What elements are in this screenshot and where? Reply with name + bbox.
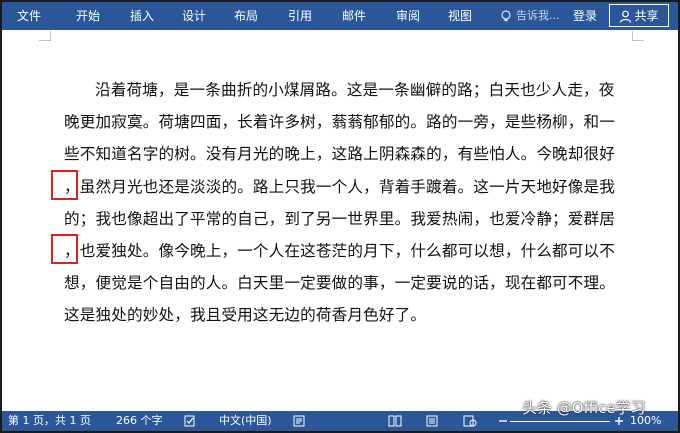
read-mode-icon[interactable] — [388, 415, 402, 427]
language-indicator[interactable]: 中文(中国) — [219, 411, 272, 431]
comma-highlight-box — [51, 170, 78, 200]
margin-corner-mark — [632, 31, 644, 41]
tell-me-text: 告诉我... — [516, 9, 560, 22]
lightbulb-icon — [501, 10, 511, 22]
person-icon — [620, 10, 632, 23]
text-line: 晚更加寂寞。荷塘四面，长着许多树，蓊蓊郁郁的。路的一旁，是些杨柳，和一 — [64, 113, 616, 132]
proofing-icon[interactable] — [184, 415, 196, 427]
tab-insert[interactable]: 插入 — [122, 2, 162, 30]
watermark-text: 头条 @Office学习 — [522, 399, 646, 417]
web-layout-icon[interactable] — [463, 415, 477, 427]
page-count[interactable]: 第 1 页，共 1 页 — [8, 411, 91, 431]
zoom-slider[interactable] — [510, 420, 610, 423]
text-line: 沿着荷塘，是一条曲折的小煤屑路。这是一条幽僻的路；白天也少人走，夜 — [95, 81, 615, 99]
text-line: 这是独处的妙处，我且受用这无边的荷香月色好了。 — [64, 306, 427, 325]
login-link[interactable]: 登录 — [573, 2, 597, 30]
tab-layout[interactable]: 布局 — [226, 2, 266, 30]
print-layout-icon[interactable] — [426, 415, 438, 427]
text-line: 的；我也像超出了平常的自己，到了另一世界里。我爱热闹，也爱冷静；爱群居 — [64, 209, 616, 228]
tab-references[interactable]: 引用 — [280, 2, 320, 30]
tab-design[interactable]: 设计 — [174, 2, 214, 30]
text-line: ，也爱独处。像今晚上，一个人在这苍茫的月下，什么都可以想，什么都可以不 — [64, 241, 616, 260]
tab-home[interactable]: 开始 — [68, 2, 108, 30]
word-count[interactable]: 266 个字 — [116, 411, 163, 431]
tab-view[interactable]: 视图 — [440, 2, 480, 30]
text-line: ，虽然月光也还是淡淡的。路上只我一个人，背着手踱着。这一片天地好像是我 — [64, 177, 616, 196]
document-page[interactable]: 沿着荷塘，是一条曲折的小煤屑路。这是一条幽僻的路；白天也少人走，夜 晚更加寂寞。… — [2, 30, 678, 411]
word-window: 文件 开始 插入 设计 布局 引用 邮件 审阅 视图 告诉我... 登录 共享 — [0, 0, 680, 433]
share-label: 共享 — [634, 9, 659, 23]
text-line: 些不知道名字的树。没有月光的晚上，这路上阴森森的，有些怕人。今晚却很好 — [64, 145, 616, 164]
share-button[interactable]: 共享 — [609, 4, 669, 27]
zoom-out-icon[interactable] — [498, 416, 508, 426]
margin-corner-mark — [39, 31, 51, 41]
ribbon-tab-bar: 文件 开始 插入 设计 布局 引用 邮件 审阅 视图 告诉我... 登录 共享 — [2, 2, 678, 30]
file-tab[interactable]: 文件 — [2, 2, 56, 30]
text-line: 想，便觉是个自由的人。白天里一定要做的事，一定要说的话，现在都可不理。 — [64, 274, 616, 293]
tab-mailings[interactable]: 邮件 — [334, 2, 374, 30]
macro-record-icon[interactable] — [293, 415, 305, 427]
tell-me-box[interactable]: 告诉我... — [499, 2, 560, 30]
comma-highlight-box — [51, 234, 78, 264]
tab-review[interactable]: 审阅 — [388, 2, 428, 30]
document-body[interactable]: 沿着荷塘，是一条曲折的小煤屑路。这是一条幽僻的路；白天也少人走，夜 晚更加寂寞。… — [64, 74, 620, 332]
